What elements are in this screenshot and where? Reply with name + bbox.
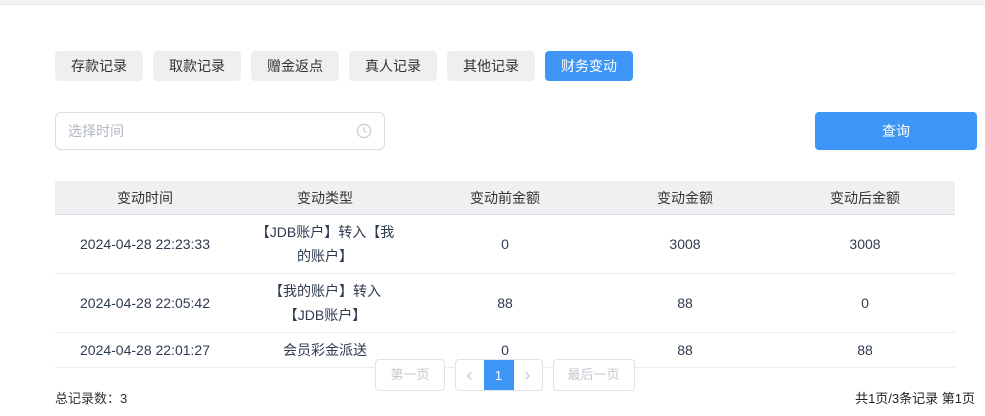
column-header-change-amount: 变动金额	[595, 188, 775, 208]
clock-icon[interactable]	[356, 123, 372, 139]
query-button[interactable]: 查询	[815, 112, 977, 150]
pagination: 第一页 ‹ 1 › 最后一页	[55, 359, 955, 391]
date-range-picker[interactable]	[55, 112, 385, 150]
last-page-button[interactable]: 最后一页	[553, 359, 635, 391]
cell-change-time: 2024-04-28 22:23:33	[55, 232, 235, 256]
cell-balance-after: 0	[775, 291, 955, 315]
table-row: 2024-04-28 22:05:42 【我的账户】转入【JDB账户】 88 8…	[55, 274, 955, 333]
cell-change-type-text: 【JDB账户】转入【我的账户】	[250, 220, 400, 268]
cell-change-type: 【我的账户】转入【JDB账户】	[235, 279, 415, 327]
column-header-change-type: 变动类型	[235, 188, 415, 208]
cell-balance-after: 3008	[775, 232, 955, 256]
table-header-row: 变动时间 变动类型 变动前金额 变动金额 变动后金额	[55, 181, 955, 215]
page-stepper: ‹ 1 ›	[455, 359, 543, 391]
current-page-indicator[interactable]: 1	[484, 360, 514, 390]
tab-finance-changes[interactable]: 财务变动	[545, 51, 633, 81]
top-divider	[0, 0, 985, 5]
column-header-balance-before: 变动前金额	[415, 188, 595, 208]
cell-change-amount: 3008	[595, 232, 775, 256]
first-page-button[interactable]: 第一页	[375, 359, 444, 391]
cell-balance-before: 88	[415, 291, 595, 315]
cell-change-type: 【JDB账户】转入【我的账户】	[235, 220, 415, 268]
finance-changes-table: 变动时间 变动类型 变动前金额 变动金额 变动后金额 2024-04-28 22…	[55, 181, 955, 368]
page-summary-label: 共1页/3条记录 第1页	[855, 388, 975, 407]
date-range-input[interactable]	[68, 123, 356, 139]
chevron-left-icon[interactable]: ‹	[456, 360, 484, 390]
record-tabs: 存款记录 取款记录 赠金返点 真人记录 其他记录 财务变动	[55, 51, 633, 81]
cell-change-time: 2024-04-28 22:05:42	[55, 291, 235, 315]
total-records-label: 总记录数：3	[55, 388, 127, 407]
tab-withdrawal-records[interactable]: 取款记录	[153, 51, 241, 81]
column-header-change-time: 变动时间	[55, 188, 235, 208]
table-row: 2024-04-28 22:23:33 【JDB账户】转入【我的账户】 0 30…	[55, 215, 955, 274]
tab-bonus-rebate[interactable]: 赠金返点	[251, 51, 339, 81]
tab-deposit-records[interactable]: 存款记录	[55, 51, 143, 81]
column-header-balance-after: 变动后金额	[775, 188, 955, 208]
cell-balance-before: 0	[415, 232, 595, 256]
tab-other-records[interactable]: 其他记录	[447, 51, 535, 81]
cell-change-amount: 88	[595, 291, 775, 315]
chevron-right-icon[interactable]: ›	[514, 360, 542, 390]
tab-live-records[interactable]: 真人记录	[349, 51, 437, 81]
cell-change-type-text: 【我的账户】转入【JDB账户】	[250, 279, 400, 327]
